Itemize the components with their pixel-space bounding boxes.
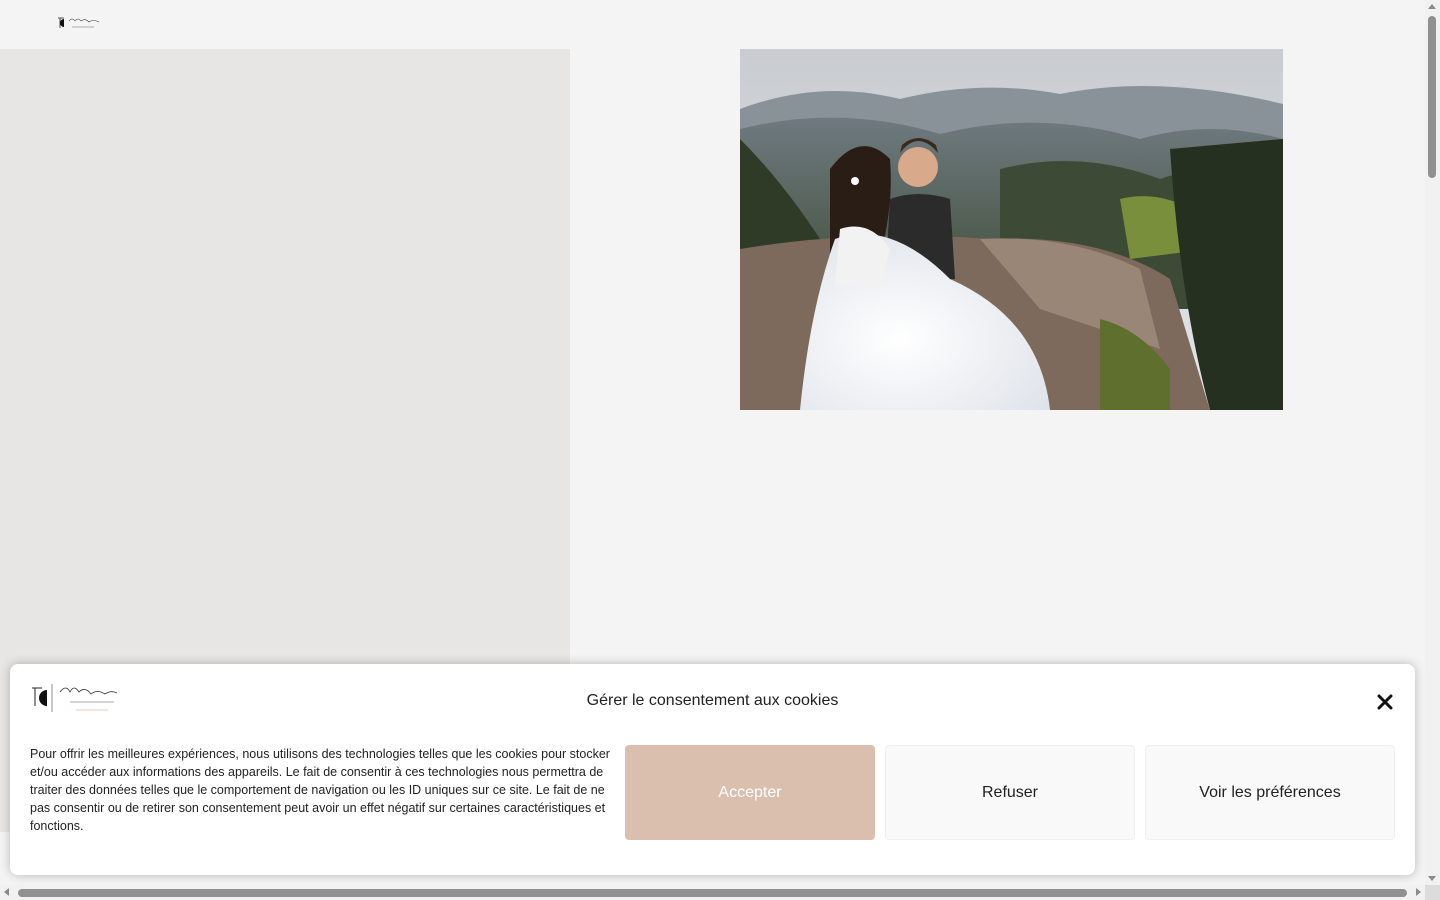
vertical-scroll-thumb[interactable] xyxy=(1428,16,1436,178)
scroll-up-icon[interactable] xyxy=(1428,4,1436,9)
vertical-scrollbar[interactable] xyxy=(1425,0,1440,885)
refuse-button[interactable]: Refuser xyxy=(885,745,1135,840)
accept-button[interactable]: Accepter xyxy=(625,745,875,840)
scrollbar-corner xyxy=(1425,885,1440,900)
wedding-couple-photo xyxy=(740,49,1283,410)
view-preferences-button[interactable]: Voir les préférences xyxy=(1145,745,1395,840)
scroll-left-icon[interactable] xyxy=(4,888,9,896)
banner-message: Pour offrir les meilleures expériences, … xyxy=(30,747,610,833)
horizontal-scroll-thumb[interactable] xyxy=(18,889,1407,897)
close-icon[interactable] xyxy=(1376,693,1394,711)
scroll-right-icon[interactable] xyxy=(1416,888,1421,896)
banner-title: Gérer le consentement aux cookies xyxy=(586,692,839,709)
horizontal-scrollbar[interactable] xyxy=(0,885,1425,900)
site-logo[interactable] xyxy=(56,14,102,32)
cookie-consent-banner: Gérer le consentement aux cookies Pour o… xyxy=(10,664,1415,875)
scroll-down-icon[interactable] xyxy=(1428,876,1436,881)
site-header xyxy=(0,0,1425,49)
